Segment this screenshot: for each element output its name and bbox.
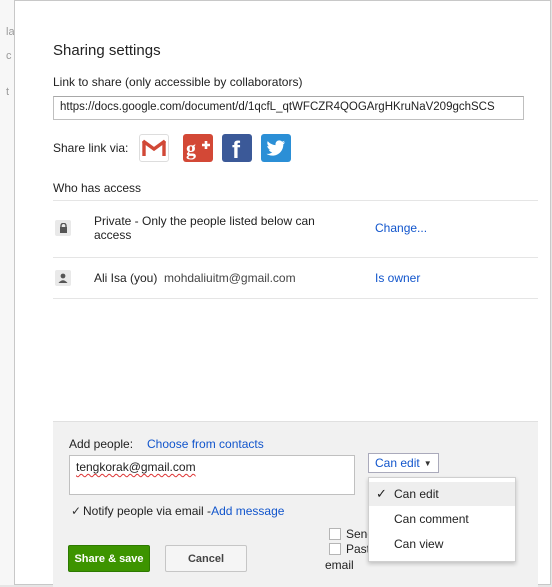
svg-text:f: f — [232, 137, 241, 160]
menu-item-label: Can comment — [394, 512, 469, 526]
background-text: c — [6, 50, 12, 62]
svg-text:g: g — [186, 138, 196, 160]
google-plus-icon[interactable]: g — [183, 134, 213, 162]
background-page-edge: la c t — [0, 0, 15, 585]
link-share-label: Link to share (only accessible by collab… — [53, 75, 303, 89]
gmail-icon[interactable] — [139, 134, 169, 162]
who-has-access-heading: Who has access — [53, 181, 142, 195]
owner-entry: Ali Isa (you) mohdaliuitm@gmail.com — [94, 271, 296, 285]
send-copy-checkbox[interactable] — [329, 528, 341, 540]
permission-dropdown-button[interactable]: Can edit ▼ — [368, 453, 439, 473]
paste-label-wrap: email — [325, 558, 354, 572]
divider — [53, 298, 538, 299]
access-row-private: Private - Only the people listed below c… — [53, 201, 538, 256]
cancel-button[interactable]: Cancel — [165, 545, 247, 572]
lock-icon — [55, 220, 71, 236]
paste-checkbox[interactable] — [329, 543, 341, 555]
dialog-title: Sharing settings — [53, 42, 161, 59]
choose-from-contacts-link[interactable]: Choose from contacts — [147, 437, 264, 451]
share-link-field[interactable]: https://docs.google.com/document/d/1qcfL… — [53, 96, 524, 120]
person-icon — [55, 270, 71, 286]
menu-item-can-comment[interactable]: Can comment — [369, 507, 515, 531]
background-text: t — [6, 86, 10, 98]
menu-item-can-view[interactable]: Can view — [369, 532, 515, 556]
add-message-link[interactable]: Add message — [211, 504, 284, 518]
share-via-label: Share link via: — [53, 141, 129, 155]
share-and-save-button[interactable]: Share & save — [68, 545, 150, 572]
add-people-label: Add people: — [69, 437, 134, 451]
twitter-icon[interactable] — [261, 134, 291, 162]
people-input-value: tengkorak@gmail.com — [76, 460, 196, 474]
menu-item-can-edit[interactable]: ✓ Can edit — [369, 482, 515, 506]
owner-role-label: Is owner — [375, 271, 421, 285]
owner-name: Ali Isa (you) — [94, 271, 158, 285]
permission-menu: ✓ Can edit Can comment Can view — [368, 477, 516, 562]
menu-item-label: Can view — [394, 537, 444, 551]
menu-item-label: Can edit — [394, 487, 439, 501]
access-row-owner: Ali Isa (you) mohdaliuitm@gmail.com Is o… — [53, 258, 538, 298]
add-people-input[interactable]: tengkorak@gmail.com — [69, 455, 355, 495]
chevron-down-icon: ▼ — [423, 458, 432, 468]
facebook-icon[interactable]: f — [222, 134, 252, 162]
change-access-link[interactable]: Change... — [375, 221, 427, 235]
checkmark-icon: ✓ — [376, 486, 387, 501]
owner-email: mohdaliuitm@gmail.com — [164, 271, 296, 285]
notify-checkbox[interactable]: ✓ — [70, 504, 82, 518]
notify-label: Notify people via email - — [83, 504, 212, 518]
notify-option: ✓ Notify people via email - Add message — [70, 504, 284, 518]
permission-value: Can edit — [375, 456, 420, 470]
access-description: Private - Only the people listed below c… — [94, 214, 315, 242]
